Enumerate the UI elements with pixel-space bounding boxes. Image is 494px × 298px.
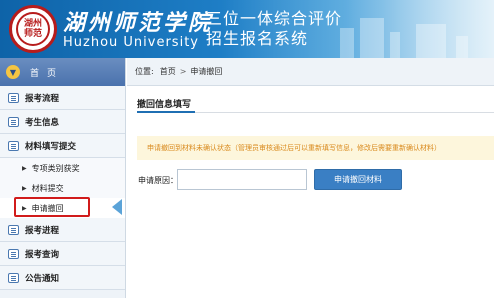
breadcrumb-current: 申请撤回 — [190, 67, 223, 76]
list-icon — [8, 92, 19, 103]
sidebar-subitem-label: 材料提交 — [31, 183, 64, 193]
breadcrumb-separator: > — [179, 67, 187, 76]
school-name-cn: 湖州师范学院 — [63, 10, 214, 36]
page-header: 湖州 师范 湖州师范学院 Huzhou University 三位一体综合评价 … — [0, 0, 494, 58]
breadcrumb-position-label: 位置: — [135, 67, 154, 76]
sidebar-home[interactable]: ▼ 首页 — [0, 58, 125, 86]
triangle-right-icon: ▶ — [22, 164, 27, 172]
reason-label: 申请原因： — [138, 176, 178, 185]
logo-seal: 湖州 师范 — [16, 12, 50, 46]
sidebar-item-materials[interactable]: 材料填写提交 — [0, 134, 125, 158]
notice-banner: 申请撤回到材料未确认状态（管理员审核通过后可以重新填写信息，修改后需要重新确认材… — [137, 136, 494, 160]
active-pointer-arrow — [112, 199, 122, 215]
sidebar: ▼ 首页 报考流程 考生信息 材料填写提交 ▶ 专项类别获奖 ▶ 材料提交 ▶ … — [0, 58, 126, 298]
progress-icon — [8, 224, 19, 235]
sidebar-subitem-label: 申请撤回 — [31, 203, 64, 213]
breadcrumb: 位置: 首页 > 申请撤回 — [127, 58, 494, 86]
edit-icon — [8, 116, 19, 127]
system-title-line1: 三位一体综合评价 — [206, 9, 343, 28]
sidebar-item-notice[interactable]: 公告通知 — [0, 266, 125, 290]
school-name-en: Huzhou University — [63, 35, 199, 50]
form-icon — [8, 140, 19, 151]
sidebar-item-label: 公告通知 — [25, 273, 60, 284]
sidebar-item-label: 材料填写提交 — [25, 141, 77, 152]
sidebar-item-label: 报考查询 — [25, 249, 60, 260]
notice-icon — [8, 272, 19, 283]
triangle-right-icon: ▶ — [22, 204, 27, 212]
sidebar-item-label: 报考进程 — [25, 225, 60, 236]
sidebar-subitem-submit[interactable]: ▶ 材料提交 — [0, 178, 125, 198]
breadcrumb-home[interactable]: 首页 — [160, 66, 176, 77]
sidebar-item-label: 考生信息 — [25, 117, 60, 128]
sidebar-home-label: 首页 — [30, 68, 65, 79]
reason-input[interactable] — [177, 169, 307, 190]
sidebar-subitem-awards[interactable]: ▶ 专项类别获奖 — [0, 158, 125, 178]
sidebar-item-progress[interactable]: 报考进程 — [0, 218, 125, 242]
system-title-line2: 招生报名系统 — [206, 29, 309, 48]
sidebar-item-process[interactable]: 报考流程 — [0, 86, 125, 110]
home-icon: ▼ — [6, 65, 20, 79]
system-title: 三位一体综合评价 招生报名系统 — [206, 9, 342, 49]
panel-title: 撤回信息填写 — [137, 100, 192, 110]
search-icon — [8, 248, 19, 259]
sidebar-subitem-withdraw[interactable]: ▶ 申请撤回 — [0, 198, 125, 218]
sidebar-item-query[interactable]: 报考查询 — [0, 242, 125, 266]
triangle-right-icon: ▶ — [22, 184, 27, 192]
sidebar-subitem-label: 专项类别获奖 — [31, 163, 80, 173]
university-logo: 湖州 师范 — [9, 5, 57, 53]
sidebar-item-label: 报考流程 — [25, 93, 60, 104]
panel-title-underline — [137, 111, 195, 113]
sidebar-item-student-info[interactable]: 考生信息 — [0, 110, 125, 134]
submit-withdraw-button[interactable]: 申请撤回材料 — [314, 169, 402, 190]
